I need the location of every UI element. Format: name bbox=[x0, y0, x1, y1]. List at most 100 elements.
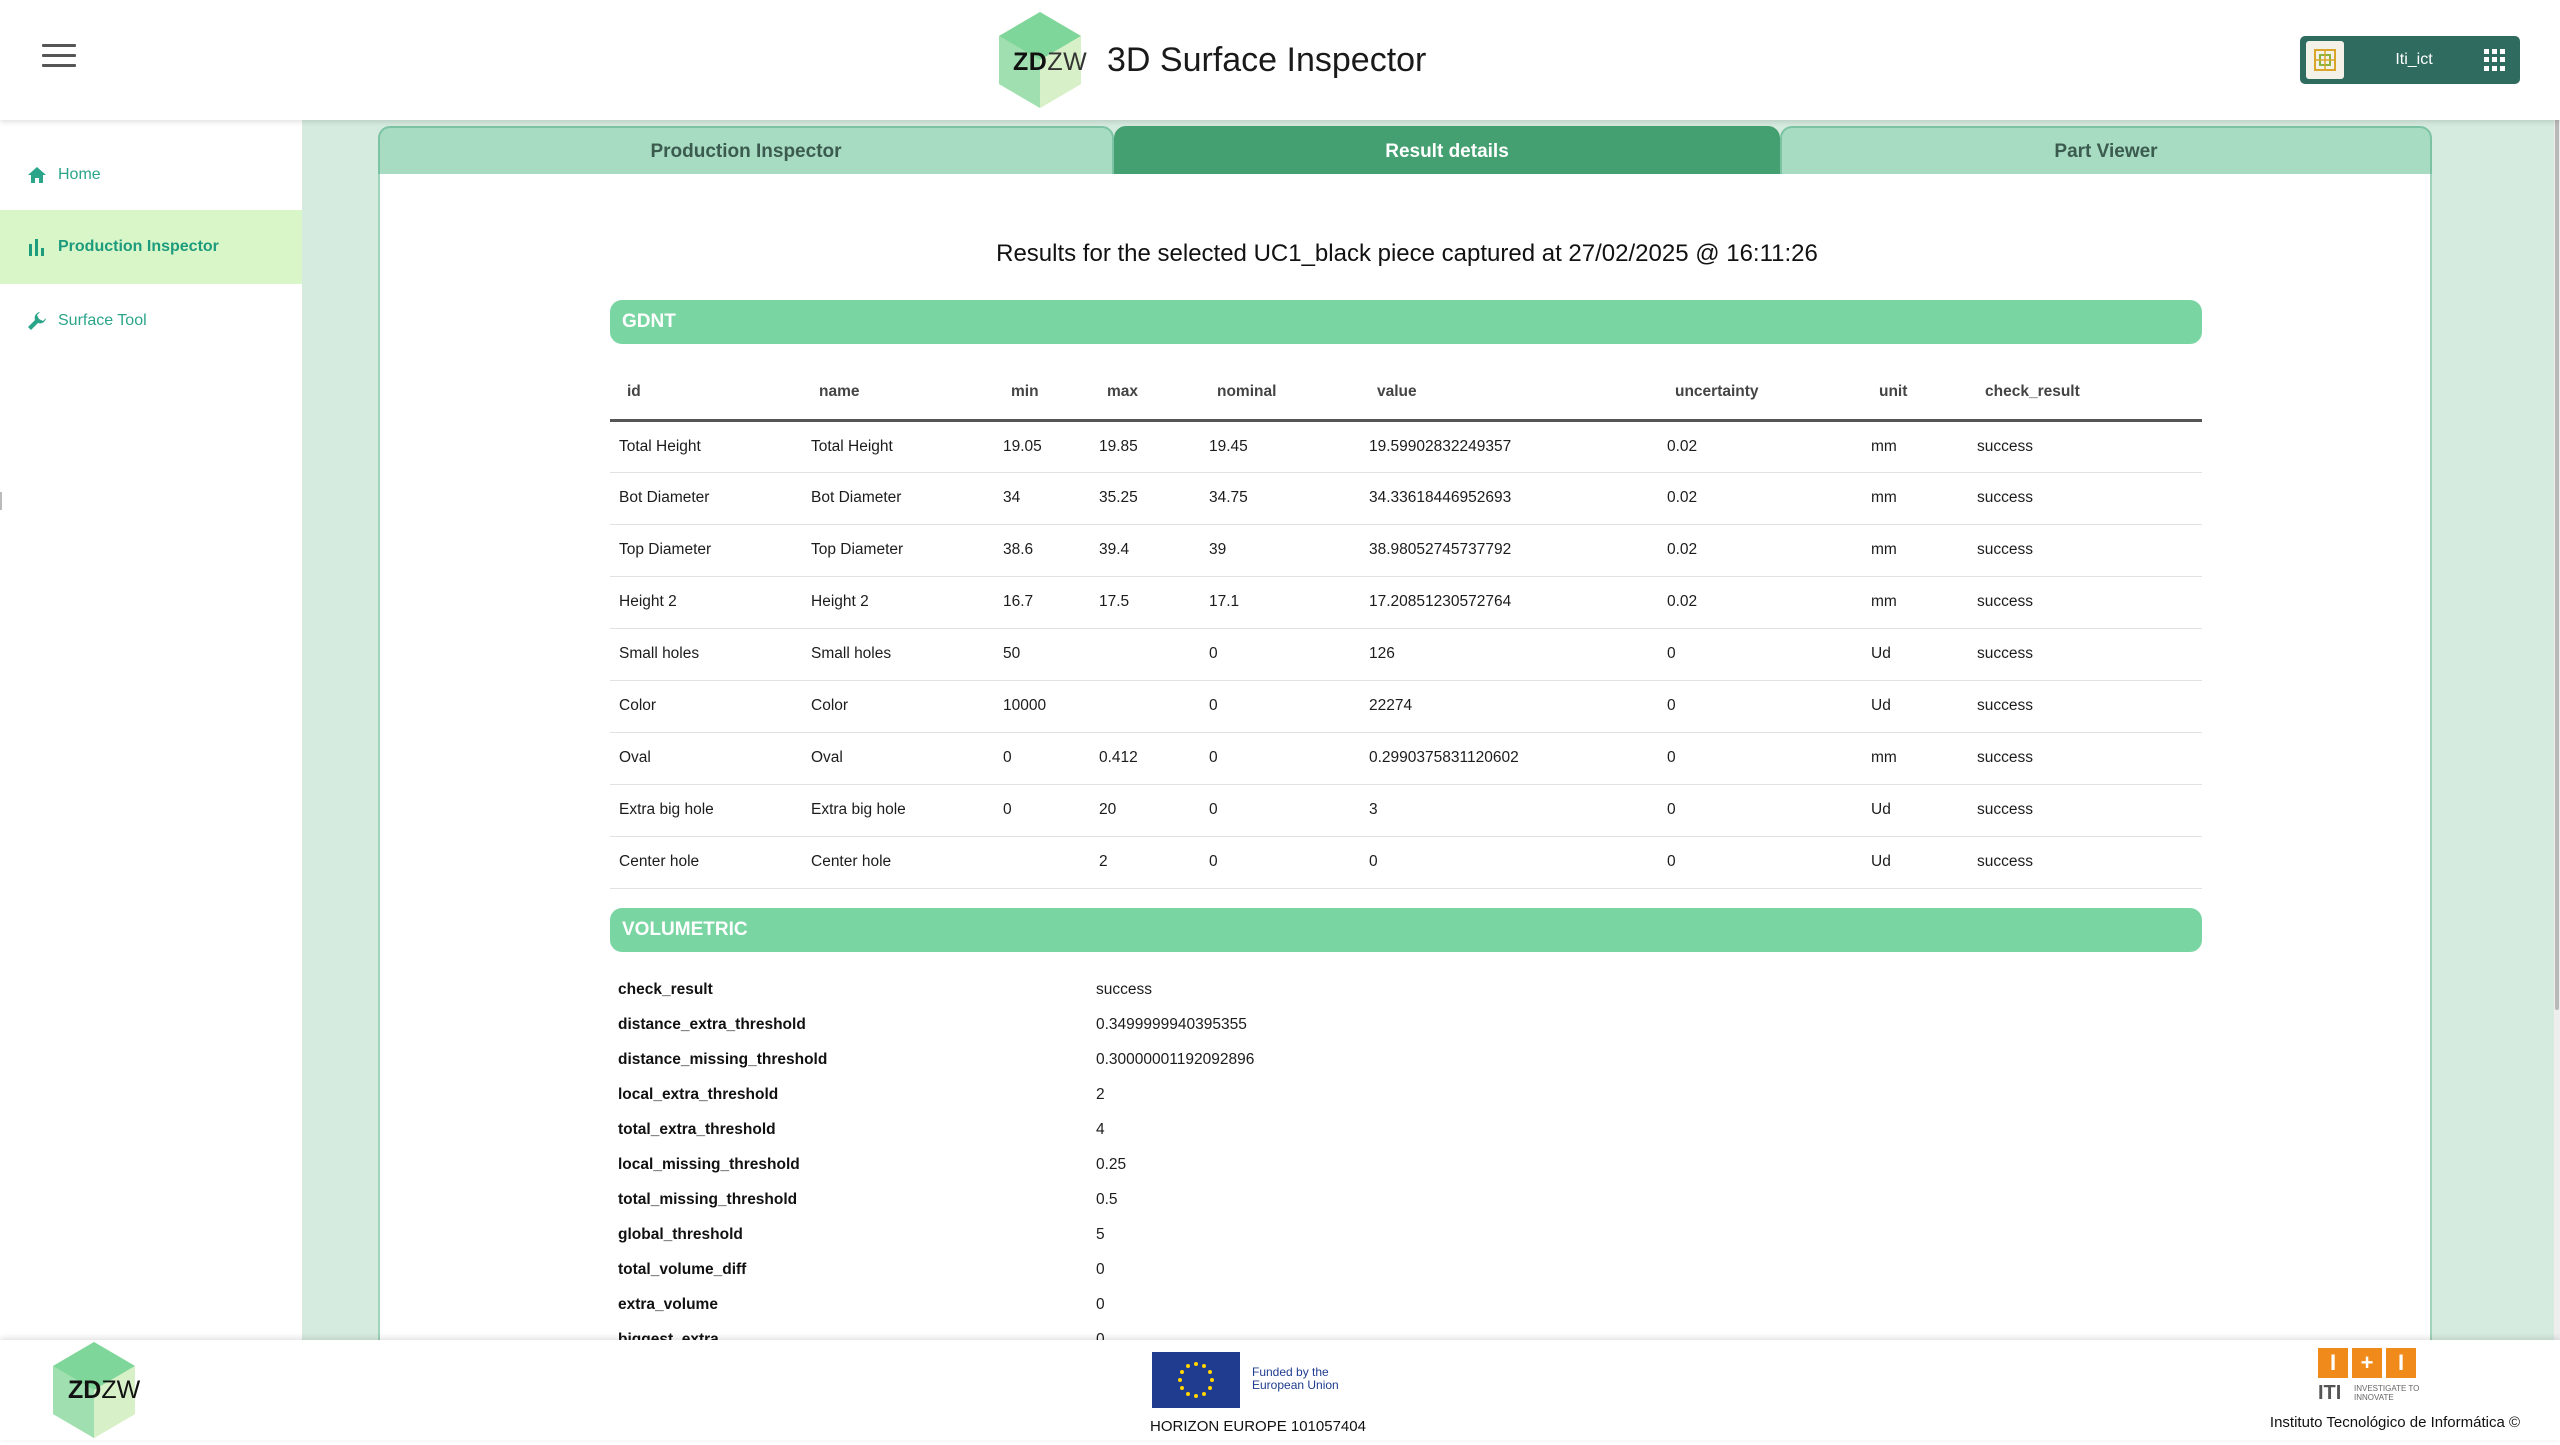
volumetric-value: 0 bbox=[1096, 1260, 1105, 1278]
cell-id: Color bbox=[610, 680, 802, 733]
user-name: Iti_ict bbox=[2395, 51, 2433, 68]
cell-value: 0.2990375831120602 bbox=[1360, 732, 1658, 785]
volumetric-value: success bbox=[1096, 980, 1152, 998]
cell-check-result: success bbox=[1968, 836, 2202, 889]
cell-value: 126 bbox=[1360, 628, 1658, 681]
sidebar-item-production-inspector[interactable]: Production Inspector bbox=[0, 210, 302, 284]
tab-bar: Production Inspector Result details Part… bbox=[378, 126, 2432, 176]
app-header: ZDZW 3D Surface Inspector Iti_ict bbox=[0, 0, 2560, 120]
cell-unit: mm bbox=[1862, 420, 1968, 473]
cell-min bbox=[994, 836, 1090, 889]
list-item: local_extra_threshold 2 bbox=[618, 1077, 2118, 1112]
tab-result-details[interactable]: Result details bbox=[1114, 126, 1780, 176]
cell-value: 22274 bbox=[1360, 680, 1658, 733]
cell-uncertainty: 0 bbox=[1658, 680, 1862, 733]
cell-check-result: success bbox=[1968, 628, 2202, 681]
volumetric-list: check_result success distance_extra_thresh… bbox=[618, 972, 2118, 1341]
cell-max bbox=[1090, 628, 1200, 681]
volumetric-key: local_missing_threshold bbox=[618, 1155, 800, 1173]
cell-check-result: success bbox=[1968, 524, 2202, 577]
volumetric-key: total_extra_threshold bbox=[618, 1120, 776, 1138]
table-row[interactable]: Total Height Total Height 19.05 19.85 19.45 1… bbox=[610, 420, 2202, 473]
list-item: distance_missing_threshold 0.300000011920… bbox=[618, 1042, 2118, 1077]
cell-min: 10000 bbox=[994, 680, 1090, 733]
cell-name: Extra big hole bbox=[802, 784, 994, 837]
hamburger-menu-icon[interactable] bbox=[42, 44, 76, 72]
table-row[interactable]: Small holes Small holes 50 0 126 0 Ud success bbox=[610, 628, 2202, 681]
cell-name: Bot Diameter bbox=[802, 472, 994, 525]
sidebar-item-home[interactable]: Home bbox=[0, 138, 302, 212]
cell-id: Oval bbox=[610, 732, 802, 785]
volumetric-value: 5 bbox=[1096, 1225, 1105, 1243]
zdzw-logo: ZDZW bbox=[995, 10, 1087, 110]
cell-name: Height 2 bbox=[802, 576, 994, 629]
volumetric-key: distance_extra_threshold bbox=[618, 1015, 806, 1033]
column-header-check-result[interactable]: check_result bbox=[1968, 366, 2202, 422]
cell-nominal: 0 bbox=[1200, 836, 1360, 889]
iti-logo-text: ITI bbox=[2318, 1382, 2342, 1404]
cell-uncertainty: 0.02 bbox=[1658, 420, 1862, 473]
cell-value: 19.59902832249357 bbox=[1360, 420, 1658, 473]
table-row[interactable]: Top Diameter Top Diameter 38.6 39.4 39 38.980… bbox=[610, 524, 2202, 577]
footer-zdzw-logo: ZDZW bbox=[48, 1340, 140, 1440]
cell-value: 0 bbox=[1360, 836, 1658, 889]
cell-id: Height 2 bbox=[610, 576, 802, 629]
column-header-min[interactable]: min bbox=[994, 366, 1090, 422]
page-scrollbar[interactable] bbox=[2554, 0, 2560, 1340]
cell-id: Center hole bbox=[610, 836, 802, 889]
result-title: Results for the selected UC1_black piece… bbox=[996, 240, 1818, 267]
tab-production-inspector[interactable]: Production Inspector bbox=[378, 126, 1114, 176]
eu-flag-icon bbox=[1152, 1352, 1240, 1408]
cell-max bbox=[1090, 680, 1200, 733]
cell-unit: Ud bbox=[1862, 628, 1968, 681]
table-header-row: id name min max nominal value uncertaint… bbox=[610, 366, 2202, 422]
column-header-nominal[interactable]: nominal bbox=[1200, 366, 1360, 422]
cell-nominal: 17.1 bbox=[1200, 576, 1360, 629]
footer: ZDZW Funded by the European Union HORIZO… bbox=[0, 1340, 2560, 1440]
table-row[interactable]: Bot Diameter Bot Diameter 34 35.25 34.75 34.3… bbox=[610, 472, 2202, 525]
cell-max: 35.25 bbox=[1090, 472, 1200, 525]
list-item: total_missing_threshold 0.5 bbox=[618, 1182, 2118, 1217]
table-row[interactable]: Center hole Center hole 2 0 0 0 Ud success bbox=[610, 836, 2202, 889]
volumetric-value: 0 bbox=[1096, 1330, 1105, 1341]
sidebar-item-surface-tool[interactable]: Surface Tool bbox=[0, 284, 302, 358]
divider bbox=[0, 492, 2, 510]
cell-uncertainty: 0.02 bbox=[1658, 524, 1862, 577]
table-row[interactable]: Color Color 10000 0 22274 0 Ud success bbox=[610, 680, 2202, 733]
cell-unit: mm bbox=[1862, 472, 1968, 525]
table-row[interactable]: Oval Oval 0 0.412 0 0.2990375831120602 0 mm succ… bbox=[610, 732, 2202, 785]
bar-chart-icon bbox=[26, 236, 48, 258]
cell-uncertainty: 0 bbox=[1658, 836, 1862, 889]
tab-part-viewer[interactable]: Part Viewer bbox=[1780, 126, 2432, 176]
column-header-uncertainty[interactable]: uncertainty bbox=[1658, 366, 1862, 422]
cell-unit: mm bbox=[1862, 576, 1968, 629]
cell-nominal: 0 bbox=[1200, 784, 1360, 837]
table-row[interactable]: Height 2 Height 2 16.7 17.5 17.1 17.208512305… bbox=[610, 576, 2202, 629]
volumetric-value: 0.25 bbox=[1096, 1155, 1127, 1173]
table-row[interactable]: Extra big hole Extra big hole 0 20 0 3 0 Ud succ… bbox=[610, 784, 2202, 837]
volumetric-key: biggest_extra bbox=[618, 1330, 719, 1341]
brand: ZDZW 3D Surface Inspector bbox=[995, 8, 1426, 112]
cell-nominal: 34.75 bbox=[1200, 472, 1360, 525]
app-title: 3D Surface Inspector bbox=[1107, 40, 1427, 79]
cell-uncertainty: 0.02 bbox=[1658, 576, 1862, 629]
cell-name: Small holes bbox=[802, 628, 994, 681]
column-header-name[interactable]: name bbox=[802, 366, 994, 422]
eu-funded-text: Funded by the European Union bbox=[1252, 1365, 1339, 1392]
column-header-max[interactable]: max bbox=[1090, 366, 1200, 422]
wrench-icon bbox=[26, 310, 48, 332]
apps-grid-icon[interactable] bbox=[2484, 49, 2506, 71]
volumetric-section-header: VOLUMETRIC bbox=[610, 908, 2202, 952]
cell-max: 19.85 bbox=[1090, 420, 1200, 473]
column-header-value[interactable]: value bbox=[1360, 366, 1658, 422]
volumetric-key: check_result bbox=[618, 980, 713, 998]
gdnt-section-header: GDNT bbox=[610, 300, 2202, 344]
list-item: local_missing_threshold 0.25 bbox=[618, 1147, 2118, 1182]
user-menu-button[interactable]: Iti_ict bbox=[2300, 36, 2520, 84]
list-item: extra_volume 0 bbox=[618, 1287, 2118, 1322]
result-details-panel: Results for the selected UC1_black piece… bbox=[378, 174, 2432, 1340]
column-header-unit[interactable]: unit bbox=[1862, 366, 1968, 422]
sidebar: Home Production Inspector Surface Tool bbox=[0, 120, 302, 1340]
eu-funding-badge: Funded by the European Union HORIZON EUR… bbox=[1148, 1352, 1368, 1436]
column-header-id[interactable]: id bbox=[610, 366, 802, 422]
